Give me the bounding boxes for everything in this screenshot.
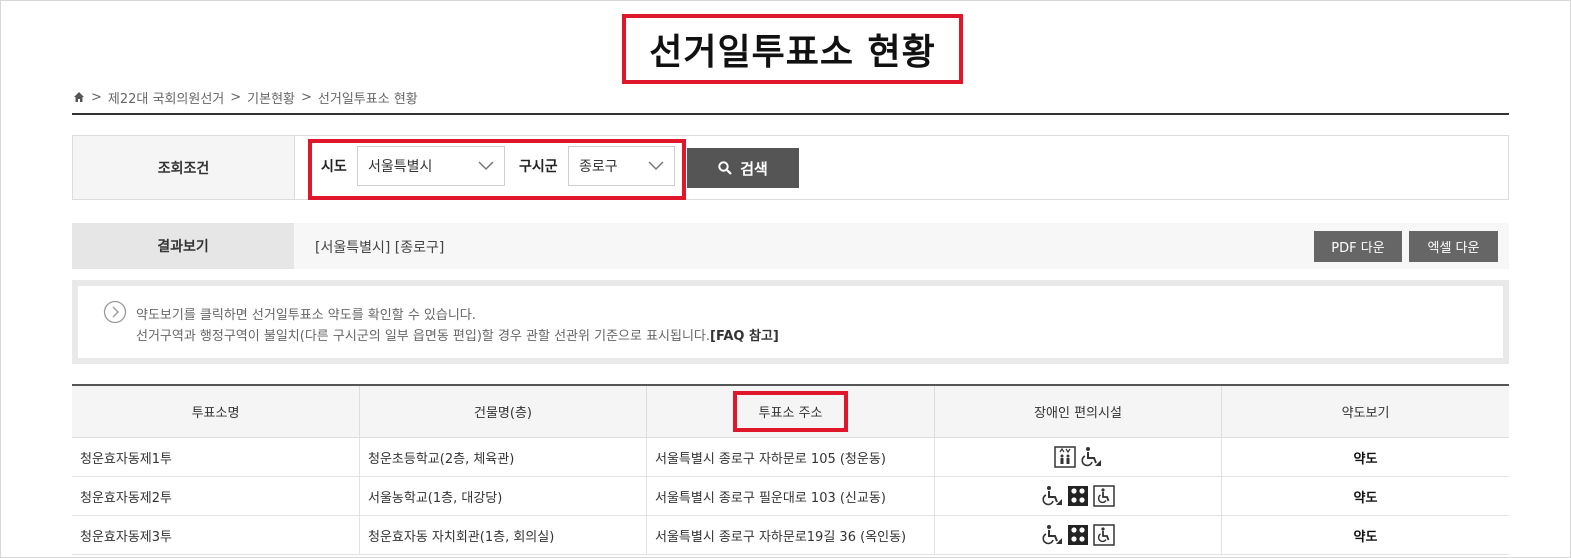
wheelchair-ramp-icon bbox=[1042, 486, 1062, 506]
table-header: 투표소명 건물명(층) 투표소 주소 장애인 편의시설 약도보기 bbox=[72, 386, 1509, 438]
page-title-box: 선거일투표소 현황 bbox=[622, 14, 963, 84]
facility-icons bbox=[935, 477, 1222, 515]
sigungu-select[interactable]: 종로구 bbox=[568, 146, 675, 186]
search-button-label: 검색 bbox=[740, 159, 768, 178]
table-row: 청운효자동제3투 청운효자동 자치회관(1층, 회의실) 서울특별시 종로구 자… bbox=[72, 516, 1509, 555]
sigungu-select-value: 종로구 bbox=[579, 159, 618, 175]
breadcrumb-separator: > bbox=[91, 89, 102, 105]
breadcrumb-item-election[interactable]: 제22대 국회의원선거 bbox=[108, 88, 224, 107]
breadcrumb-item-basic[interactable]: 기본현황 bbox=[247, 88, 295, 107]
notice-line-2-text: 선거구역과 행정구역이 불일치(다른 구시군의 일부 읍면동 편입)할 경우 관… bbox=[136, 329, 711, 344]
header-map: 약도보기 bbox=[1341, 406, 1390, 421]
header-station-name: 투표소명 bbox=[72, 386, 360, 437]
table-row: 청운효자동제1투 청운초등학교(2층, 체육관) 서울특별시 종로구 자하문로 … bbox=[72, 438, 1509, 477]
breadcrumb-item-current: 선거일투표소 현황 bbox=[317, 91, 418, 107]
header-address: 투표소 주소 bbox=[647, 386, 935, 437]
breadcrumb-divider bbox=[72, 113, 1509, 115]
home-icon[interactable] bbox=[73, 91, 85, 103]
notice-line-2: 선거구역과 행정구역이 불일치(다른 구시군의 일부 읍면동 편입)할 경우 관… bbox=[136, 325, 779, 344]
table-row: 청운효자동제2투 서울농학교(1층, 대강당) 서울특별시 종로구 필운대로 1… bbox=[72, 477, 1509, 516]
header-facilities: 장애인 편의시설 bbox=[935, 386, 1222, 437]
wheelchair-ramp-icon bbox=[1042, 525, 1062, 545]
braille-icon bbox=[1068, 525, 1088, 545]
header-address-highlight: 투표소 주소 bbox=[732, 391, 849, 432]
station-address: 서울특별시 종로구 자하문로 105 (청운동) bbox=[647, 438, 935, 476]
breadcrumb-separator: > bbox=[301, 89, 312, 105]
map-link[interactable]: 약도 bbox=[1222, 477, 1509, 515]
station-address: 서울특별시 종로구 필운대로 103 (신교동) bbox=[647, 477, 935, 515]
header-building: 건물명(층) bbox=[360, 386, 647, 437]
sido-select-value: 서울특별시 bbox=[368, 159, 433, 175]
wheelchair-ramp-icon bbox=[1081, 447, 1101, 467]
faq-link[interactable]: [FAQ 참고] bbox=[710, 329, 779, 344]
notice-box: 약도보기를 클릭하면 선거일투표소 약도를 확인할 수 있습니다. 선거구역과 … bbox=[72, 280, 1509, 364]
sigungu-label: 구시군 bbox=[519, 159, 558, 175]
building-name: 청운효자동 자치회관(1층, 회의실) bbox=[360, 516, 647, 554]
map-link[interactable]: 약도 bbox=[1222, 516, 1509, 554]
sido-label: 시도 bbox=[321, 159, 347, 175]
result-summary: [서울특별시] [종로구] bbox=[315, 240, 445, 256]
breadcrumb: > 제22대 국회의원선거 > 기본현황 > 선거일투표소 현황 bbox=[73, 88, 418, 107]
station-name: 청운효자동제2투 bbox=[72, 477, 360, 515]
accessible-icon bbox=[1093, 524, 1115, 546]
accessible-icon bbox=[1093, 485, 1115, 507]
pdf-download-button[interactable]: PDF 다운 bbox=[1314, 231, 1402, 262]
facility-icons bbox=[935, 438, 1222, 476]
building-name: 서울농학교(1층, 대강당) bbox=[360, 477, 647, 515]
braille-icon bbox=[1068, 486, 1088, 506]
station-address: 서울특별시 종로구 자하문로19길 36 (옥인동) bbox=[647, 516, 935, 554]
page-title: 선거일투표소 현황 bbox=[649, 32, 936, 73]
polling-station-table: 투표소명 건물명(층) 투표소 주소 장애인 편의시설 약도보기 청운효자동제1… bbox=[72, 384, 1509, 555]
search-icon bbox=[718, 161, 732, 175]
search-condition-label: 조회조건 bbox=[73, 136, 295, 199]
map-link[interactable]: 약도 bbox=[1222, 438, 1509, 476]
chevron-right-circle-icon bbox=[103, 300, 127, 324]
search-panel: 조회조건 시도 서울특별시 구시군 종로구 검색 bbox=[72, 135, 1509, 200]
chevron-down-icon bbox=[648, 161, 664, 171]
chevron-down-icon bbox=[478, 161, 494, 171]
result-label: 결과보기 bbox=[72, 223, 294, 269]
breadcrumb-separator: > bbox=[230, 89, 242, 105]
notice-inner: 약도보기를 클릭하면 선거일투표소 약도를 확인할 수 있습니다. 선거구역과 … bbox=[78, 286, 1503, 358]
elevator-icon bbox=[1054, 446, 1076, 468]
station-name: 청운효자동제3투 bbox=[72, 516, 360, 554]
excel-download-button[interactable]: 엑셀 다운 bbox=[1409, 231, 1498, 262]
station-name: 청운효자동제1투 bbox=[72, 438, 360, 476]
building-name: 청운초등학교(2층, 체육관) bbox=[360, 438, 647, 476]
notice-line-1: 약도보기를 클릭하면 선거일투표소 약도를 확인할 수 있습니다. bbox=[136, 308, 476, 323]
sido-select[interactable]: 서울특별시 bbox=[357, 146, 505, 186]
facility-icons bbox=[935, 516, 1222, 554]
result-bar: 결과보기 [서울특별시] [종로구] PDF 다운 엑셀 다운 bbox=[72, 223, 1509, 269]
search-button[interactable]: 검색 bbox=[687, 148, 799, 188]
